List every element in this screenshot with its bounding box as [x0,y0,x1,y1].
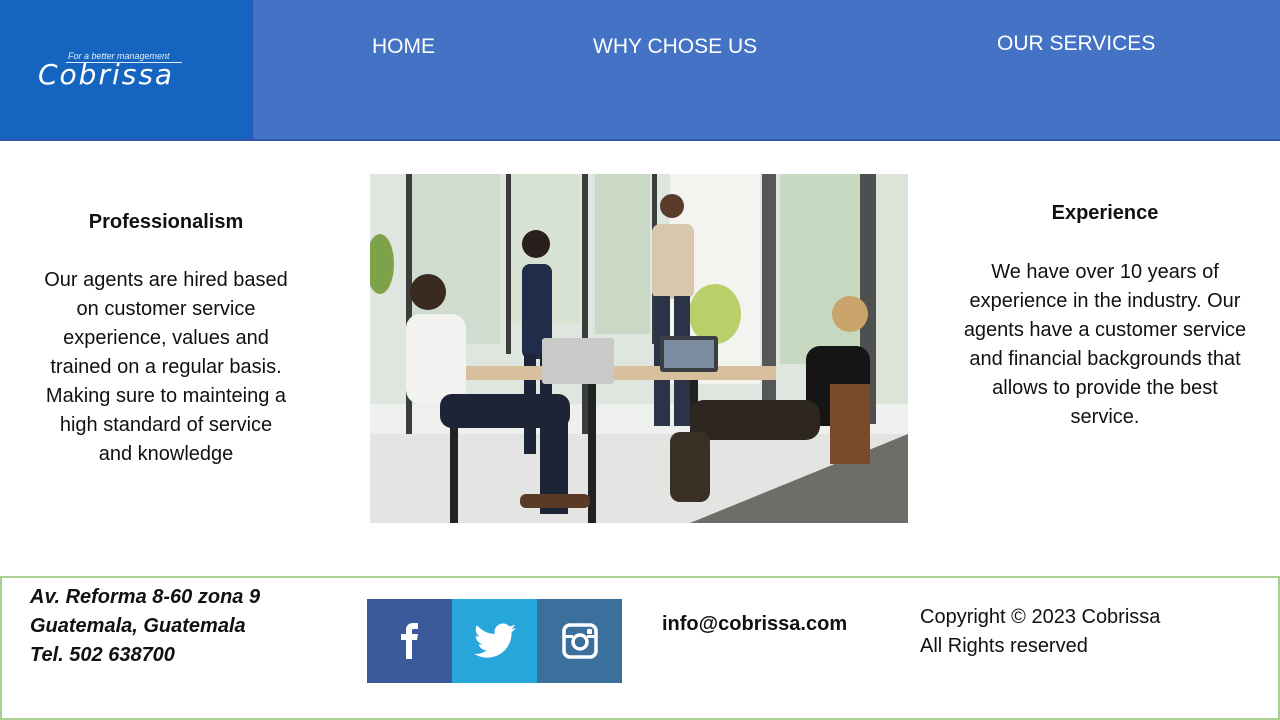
logo[interactable]: For a better management Cobrissa [0,0,252,139]
facebook-icon [400,623,418,659]
nav-home-link[interactable]: HOME [372,35,435,59]
address-line: Guatemala, Guatemala [30,615,246,637]
contact-email-link[interactable]: info@cobrissa.com [662,613,847,636]
experience-line: service. [1070,406,1140,428]
professionalism-line: Making sure to mainteing a [45,385,287,407]
logo-name: Cobrissa [38,58,175,91]
nav-why-chose-us-link[interactable]: WHY CHOSE US [593,35,757,59]
twitter-icon [473,623,516,658]
experience-line: We have over 10 years of [991,261,1219,283]
professionalism-line: experience, values and [63,327,269,349]
office-team-photo [370,174,908,523]
instagram-icon [561,623,598,659]
professionalism-text: Our agents are hired based on customer s… [20,266,312,469]
site-header: For a better management Cobrissa HOME WH… [0,0,1280,141]
nav-our-services-link[interactable]: OUR SERVICES [997,32,1155,56]
experience-line: and financial backgrounds that [969,348,1241,370]
rights-line: All Rights reserved [920,635,1088,657]
address-line: Av. Reforma 8-60 zona 9 [30,586,261,608]
experience-heading: Experience [1051,202,1159,224]
contact-address: Av. Reforma 8-60 zona 9 Guatemala, Guate… [30,583,260,670]
nav-bar: HOME WHY CHOSE US OUR SERVICES [252,0,1280,139]
professionalism-heading: Professionalism [88,211,244,233]
professionalism-line: on customer service [76,298,256,320]
professionalism-line: trained on a regular basis. [50,356,282,378]
twitter-button[interactable] [452,599,537,683]
experience-text: We have over 10 years of experience in t… [940,258,1270,432]
professionalism-line: Our agents are hired based [44,269,288,291]
professionalism-line: and knowledge [98,443,234,465]
facebook-button[interactable] [367,599,452,683]
professionalism-line: high standard of service [59,414,273,436]
copyright-line: Copyright © 2023 Cobrissa [920,606,1161,628]
phone-line: Tel. 502 638700 [30,644,175,666]
instagram-button[interactable] [537,599,622,683]
experience-line: experience in the industry. Our [969,290,1241,312]
copyright-text: Copyright © 2023 Cobrissa All Rights res… [920,603,1160,661]
experience-line: agents have a customer service [963,319,1247,341]
experience-line: allows to provide the best [992,377,1218,399]
